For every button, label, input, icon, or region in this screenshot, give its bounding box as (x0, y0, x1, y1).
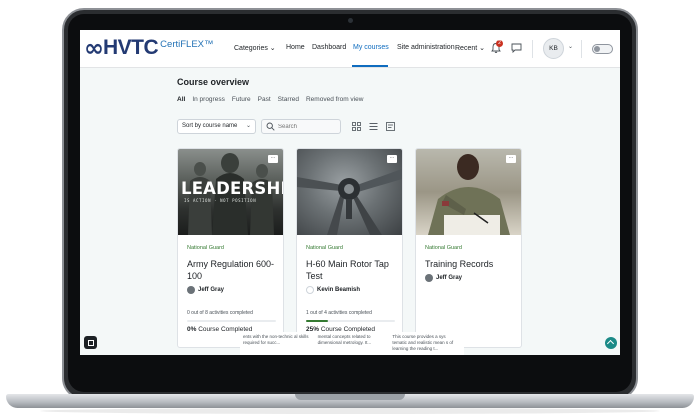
card-view-icon[interactable] (352, 122, 361, 131)
course-summary: ents with the non-technic al skills requ… (243, 334, 309, 345)
more-options-icon[interactable]: ··· (268, 155, 278, 163)
laptop-notch (295, 394, 405, 400)
screen: ∞ HVTC CertiFLEX™ Categories ⌄ Home Dash… (80, 30, 620, 355)
nav-categories[interactable]: Categories ⌄ (234, 44, 276, 52)
filter-in-progress[interactable]: In progress (192, 96, 225, 103)
chat-icon[interactable] (511, 43, 522, 53)
chevron-down-icon[interactable]: ⌄ (568, 43, 573, 50)
more-options-icon[interactable]: ··· (387, 155, 397, 163)
course-title[interactable]: H-60 Main Rotor Tap Test (306, 259, 398, 282)
navbar-divider (532, 40, 533, 58)
course-summary: mental concepts related to dimensional m… (317, 334, 372, 345)
navbar-divider (581, 40, 582, 58)
course-summary-strip: ents with the non-technic al skills requ… (240, 332, 464, 355)
filter-starred[interactable]: Starred (278, 96, 299, 103)
image-headline: LEADERSHIP (181, 179, 283, 198)
user-avatar[interactable]: KB (543, 38, 564, 59)
course-title[interactable]: Training Records (425, 259, 517, 271)
search-input[interactable] (278, 122, 338, 132)
nav-my-courses[interactable]: My courses (353, 44, 389, 51)
infinity-logo-icon: ∞ (84, 34, 104, 62)
site-logo[interactable]: ∞ HVTC CertiFLEX™ (84, 35, 214, 61)
edit-mode-toggle[interactable] (592, 44, 613, 54)
course-teacher: Kevin Beamish (306, 286, 360, 294)
course-card[interactable]: ··· National Guard Training Records Jeff… (415, 148, 522, 348)
course-category: National Guard (187, 245, 224, 251)
logo-subtitle: CertiFLEX™ (160, 38, 214, 50)
teacher-avatar (187, 286, 195, 294)
teacher-avatar (306, 286, 314, 294)
search-icon (266, 122, 275, 131)
progress-bar (306, 320, 395, 322)
top-navbar: ∞ HVTC CertiFLEX™ Categories ⌄ Home Dash… (80, 30, 620, 68)
filter-removed[interactable]: Removed from view (306, 96, 363, 103)
list-view-icon[interactable] (369, 122, 378, 131)
course-title[interactable]: Army Regulation 600-100 (187, 259, 279, 282)
teacher-name[interactable]: Jeff Gray (198, 287, 224, 293)
nav-dashboard[interactable]: Dashboard (312, 44, 346, 51)
teacher-name[interactable]: Jeff Gray (436, 275, 462, 281)
active-nav-indicator (352, 65, 388, 67)
course-filter-tabs: All In progress Future Past Starred Remo… (177, 96, 363, 103)
sort-label: Sort by course name (182, 123, 238, 129)
course-card[interactable]: ··· National Guard H-60 Main Rotor Tap T… (296, 148, 403, 348)
sort-select[interactable]: Sort by course name ⌄ (177, 119, 256, 134)
course-summary: This course provides a sys tematic and r… (392, 334, 454, 351)
image-tagline: IS ACTION · NOT POSITION (184, 198, 257, 203)
notification-badge: 2 (496, 40, 503, 47)
course-category: National Guard (306, 245, 343, 251)
drawer-toggle-button[interactable] (84, 336, 97, 349)
progress-fill (306, 320, 329, 322)
camera-icon (348, 18, 353, 23)
activity-count: 0 out of 8 activities completed (187, 310, 253, 316)
laptop-shadow (40, 408, 660, 414)
back-to-top-button[interactable] (605, 337, 617, 349)
course-search (261, 119, 341, 134)
course-image-training-records[interactable]: ··· (416, 149, 521, 235)
logo-wordmark: HVTC (103, 36, 159, 59)
more-options-icon[interactable]: ··· (506, 155, 516, 163)
course-teacher: Jeff Gray (187, 286, 224, 294)
summary-view-icon[interactable] (386, 122, 395, 131)
nav-home[interactable]: Home (286, 44, 305, 51)
nav-recent[interactable]: Recent ⌄ (455, 44, 485, 52)
course-image-rotor[interactable]: ··· (297, 149, 402, 235)
course-category: National Guard (425, 245, 462, 251)
chevron-down-icon: ⌄ (245, 123, 251, 129)
nav-site-administration[interactable]: Site administration (397, 44, 455, 51)
teacher-name[interactable]: Kevin Beamish (317, 287, 360, 293)
page-title: Course overview (177, 77, 250, 87)
course-image-leadership[interactable]: LEADERSHIP IS ACTION · NOT POSITION ··· (178, 149, 283, 235)
activity-count: 1 out of 4 activities completed (306, 310, 372, 316)
filter-all[interactable]: All (177, 96, 185, 103)
filter-future[interactable]: Future (232, 96, 251, 103)
completion-percent: 0% (187, 326, 197, 333)
teacher-avatar (425, 274, 433, 282)
course-teacher: Jeff Gray (425, 274, 462, 282)
course-card[interactable]: LEADERSHIP IS ACTION · NOT POSITION ··· … (177, 148, 284, 348)
progress-bar (187, 320, 276, 322)
filter-past[interactable]: Past (258, 96, 271, 103)
